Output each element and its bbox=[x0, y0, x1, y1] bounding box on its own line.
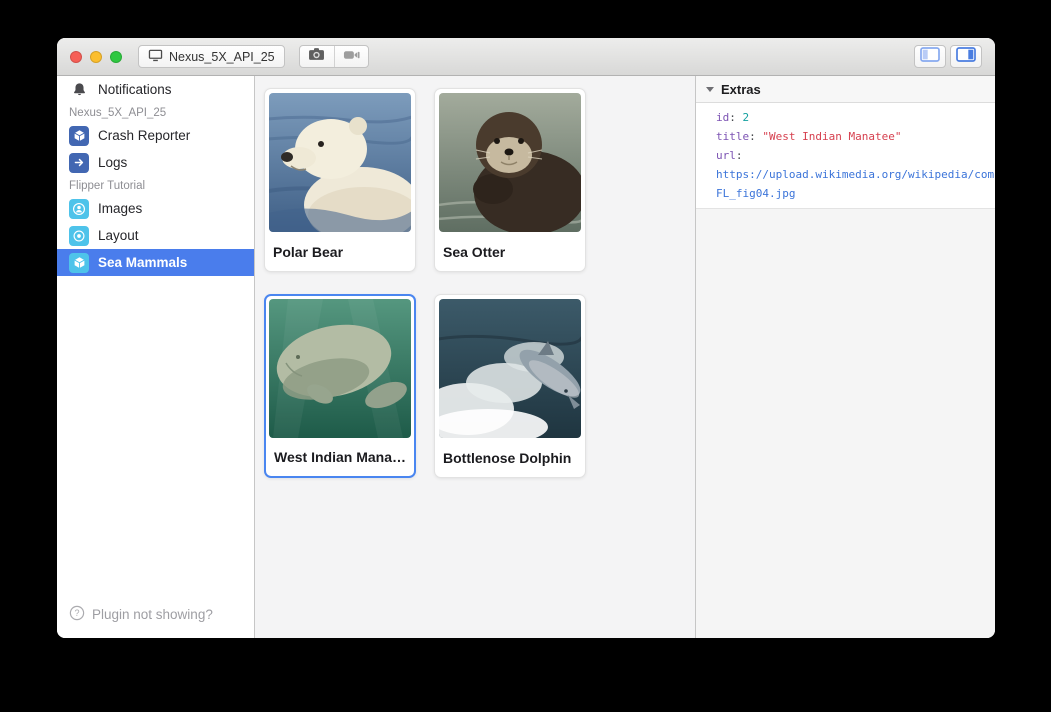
dolphin-photo bbox=[439, 299, 581, 438]
sidebar-item-layout[interactable]: Layout bbox=[57, 222, 254, 249]
panel-toggle-group bbox=[914, 45, 982, 68]
video-camera-icon bbox=[343, 48, 360, 66]
extras-row-url-value-2: FL_fig04.jpg bbox=[716, 184, 995, 203]
sidebar-item-label: Layout bbox=[98, 228, 139, 243]
extras-panel: Extras id: 2 title: "West Indian Manatee… bbox=[696, 76, 995, 638]
extras-row-id: id: 2 bbox=[716, 108, 995, 127]
zoom-window-button[interactable] bbox=[110, 51, 122, 63]
card-title: Sea Otter bbox=[435, 236, 585, 271]
cube-icon bbox=[69, 126, 89, 146]
monitor-icon bbox=[148, 49, 163, 65]
card-title: Polar Bear bbox=[265, 236, 415, 271]
target-icon bbox=[69, 226, 89, 246]
toggle-left-panel-button[interactable] bbox=[914, 45, 946, 68]
sidebar-section-device: Nexus_5X_API_25 bbox=[57, 103, 254, 122]
svg-text:?: ? bbox=[74, 608, 79, 618]
plugin-not-showing-link[interactable]: ? Plugin not showing? bbox=[57, 593, 254, 638]
close-window-button[interactable] bbox=[70, 51, 82, 63]
sidebar-item-label: Logs bbox=[98, 155, 127, 170]
card-west-indian-manatee[interactable]: West Indian Manatee bbox=[264, 294, 416, 478]
extras-data-inspector: id: 2 title: "West Indian Manatee" url: … bbox=[696, 103, 995, 209]
mammal-card-grid: Polar Bear bbox=[264, 88, 695, 478]
camera-icon bbox=[308, 47, 325, 66]
extras-row-title: title: "West Indian Manatee" bbox=[716, 127, 995, 146]
sea-mammals-plugin-content: Polar Bear bbox=[255, 76, 696, 638]
chevron-down-icon bbox=[706, 87, 714, 92]
json-number-value: 2 bbox=[743, 111, 750, 124]
sidebar-item-label: Images bbox=[98, 201, 142, 216]
plugin-not-showing-label: Plugin not showing? bbox=[92, 607, 213, 622]
card-sea-otter[interactable]: Sea Otter bbox=[434, 88, 586, 272]
device-selector-button[interactable]: Nexus_5X_API_25 bbox=[138, 45, 285, 68]
arrow-right-icon bbox=[69, 153, 89, 173]
sidebar-item-label: Sea Mammals bbox=[98, 255, 187, 270]
card-polar-bear[interactable]: Polar Bear bbox=[264, 88, 416, 272]
titlebar: Nexus_5X_API_25 bbox=[57, 38, 995, 76]
sidebar-item-label: Crash Reporter bbox=[98, 128, 190, 143]
flipper-app-window: Nexus_5X_API_25 bbox=[57, 38, 995, 638]
sidebar-item-crash-reporter[interactable]: Crash Reporter bbox=[57, 122, 254, 149]
manatee-photo bbox=[269, 299, 411, 438]
minimize-window-button[interactable] bbox=[90, 51, 102, 63]
extras-row-url-value-1: https://upload.wikimedia.org/wikipedia/c… bbox=[716, 165, 995, 184]
extras-title: Extras bbox=[721, 82, 761, 97]
sidebar: Notifications Nexus_5X_API_25 Crash Repo… bbox=[57, 76, 255, 638]
card-title: Bottlenose Dolphin bbox=[435, 442, 585, 477]
json-url-value: FL_fig04.jpg bbox=[716, 187, 795, 200]
panel-right-icon bbox=[956, 47, 976, 67]
sidebar-item-label: Notifications bbox=[98, 82, 172, 97]
screen-record-button[interactable] bbox=[334, 46, 368, 67]
card-bottlenose-dolphin[interactable]: Bottlenose Dolphin bbox=[434, 294, 586, 478]
panel-left-icon bbox=[920, 47, 940, 67]
json-key: title bbox=[716, 130, 749, 143]
capture-button-group bbox=[299, 45, 369, 68]
cube-icon bbox=[69, 253, 89, 273]
question-circle-icon: ? bbox=[69, 605, 85, 624]
card-title: West Indian Manatee bbox=[266, 441, 414, 476]
traffic-lights bbox=[70, 51, 122, 63]
json-url-value: https://upload.wikimedia.org/wikipedia/c… bbox=[716, 168, 994, 181]
polar-bear-photo bbox=[269, 93, 411, 232]
extras-row-url-key: url: bbox=[716, 146, 995, 165]
sidebar-item-images[interactable]: Images bbox=[57, 195, 254, 222]
sea-otter-photo bbox=[439, 93, 581, 232]
sidebar-item-sea-mammals[interactable]: Sea Mammals bbox=[57, 249, 254, 276]
json-key: url bbox=[716, 149, 736, 162]
device-selector-label: Nexus_5X_API_25 bbox=[169, 50, 275, 64]
json-string-value: "West Indian Manatee" bbox=[762, 130, 901, 143]
bell-icon bbox=[69, 82, 89, 97]
toggle-right-panel-button[interactable] bbox=[950, 45, 982, 68]
json-key: id bbox=[716, 111, 729, 124]
app-body: Notifications Nexus_5X_API_25 Crash Repo… bbox=[57, 76, 995, 638]
sidebar-item-logs[interactable]: Logs bbox=[57, 149, 254, 176]
extras-section-header[interactable]: Extras bbox=[696, 76, 995, 103]
sidebar-item-notifications[interactable]: Notifications bbox=[57, 76, 254, 103]
screenshot-button[interactable] bbox=[300, 46, 334, 67]
sidebar-section-tutorial: Flipper Tutorial bbox=[57, 176, 254, 195]
avatar-icon bbox=[69, 199, 89, 219]
